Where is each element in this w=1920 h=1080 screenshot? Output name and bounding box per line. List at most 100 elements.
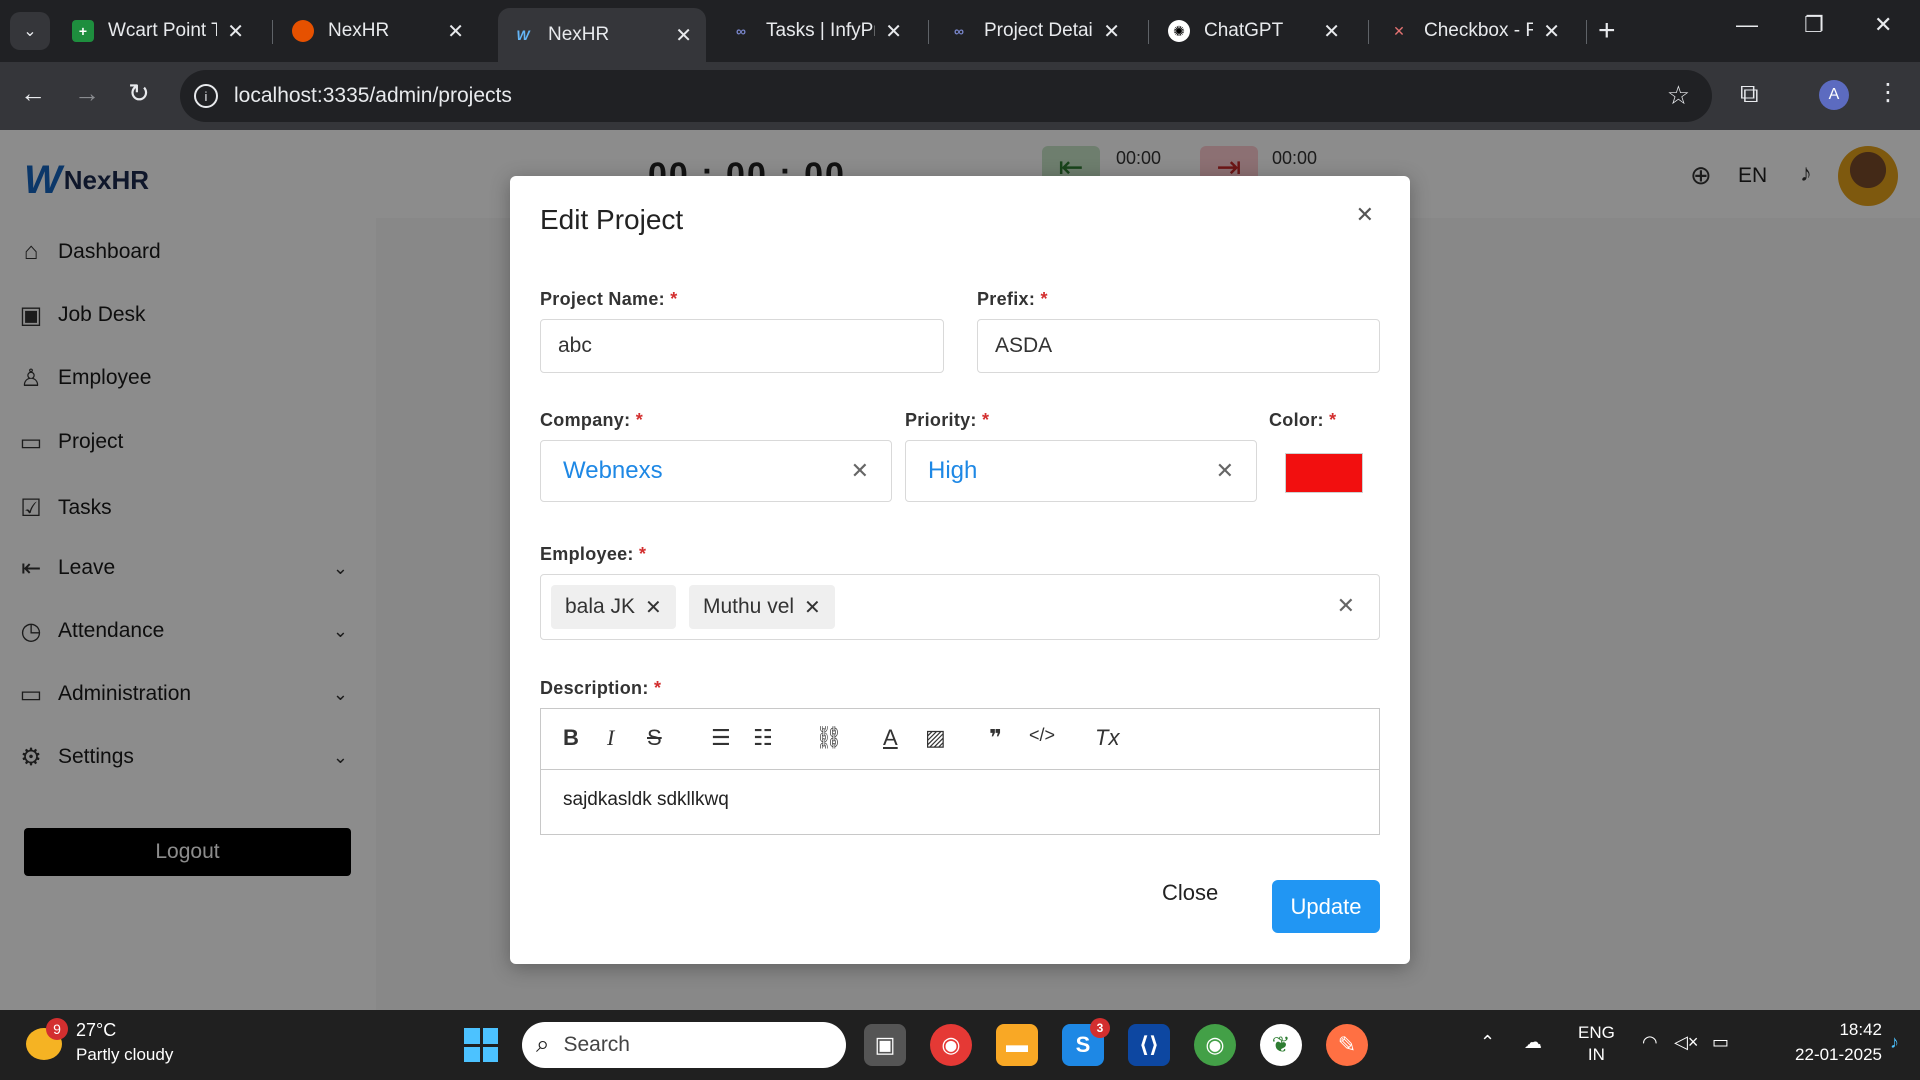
battery-icon[interactable]: ▭ [1712, 1032, 1729, 1053]
wifi-icon[interactable]: ◠ [1642, 1032, 1658, 1053]
weather-badge: 9 [46, 1018, 68, 1040]
skype-icon[interactable]: S3 [1062, 1018, 1110, 1066]
browser-tab[interactable]: ∞ Tasks | InfyPro ✕ [716, 8, 916, 54]
reload-icon[interactable]: ↻ [128, 78, 150, 109]
window-close-icon[interactable]: ✕ [1874, 12, 1892, 38]
extensions-icon[interactable]: ⧉ [1740, 78, 1759, 110]
show-hidden-icons[interactable]: ⌃ [1480, 1032, 1495, 1053]
label-text: Description: [540, 678, 649, 698]
taskbar-search[interactable]: ⌕ Search [522, 1022, 846, 1068]
company-value: Webnexs [563, 457, 663, 484]
close-icon[interactable]: ✕ [675, 23, 692, 48]
project-name-label: Project Name: * [540, 289, 678, 310]
remove-chip-icon[interactable]: ✕ [804, 595, 821, 620]
italic-icon[interactable]: I [607, 725, 614, 751]
vscode-icon[interactable]: ⟨⟩ [1128, 1024, 1170, 1066]
infinity-icon: ∞ [954, 23, 964, 39]
company-select[interactable]: Webnexs ✕ [540, 440, 892, 502]
chrome-icon[interactable]: ◉ [930, 1024, 972, 1066]
description-text[interactable]: sajdkasldk sdkllkwq [563, 789, 729, 811]
strikethrough-icon[interactable]: S [647, 725, 662, 751]
bookmark-star-icon[interactable]: ☆ [1667, 80, 1690, 111]
tab-title: Checkbox - Re [1424, 20, 1534, 41]
restore-icon[interactable]: ❐ [1804, 12, 1824, 38]
close-icon[interactable]: ✕ [1356, 202, 1374, 228]
close-icon[interactable]: ✕ [227, 19, 244, 44]
browser-tab-active[interactable]: W NexHR ✕ [498, 8, 706, 62]
clear-icon[interactable]: ✕ [1216, 458, 1234, 484]
close-icon[interactable]: ✕ [1323, 19, 1340, 44]
minimize-icon[interactable]: — [1736, 12, 1758, 38]
close-icon[interactable]: ✕ [1103, 19, 1120, 44]
clock-time[interactable]: 18:42 [1812, 1020, 1882, 1040]
task-view-icon[interactable]: ▣ [864, 1024, 906, 1066]
volume-mute-icon[interactable]: ◁× [1674, 1032, 1698, 1053]
tab-search-button[interactable]: ⌄ [10, 12, 50, 50]
description-editor: B I S ☰ ☷ ⛓ A ▨ ❞ </> Tx sajdkasldk sdkl… [540, 708, 1380, 835]
tab-title: Project Details [984, 20, 1093, 41]
blockquote-icon[interactable]: ❞ [989, 725, 1002, 751]
postman-icon[interactable]: ✎ [1326, 1024, 1368, 1066]
lang-bottom: IN [1587, 1045, 1605, 1064]
browser-tab[interactable]: ✺ ChatGPT ✕ [1154, 8, 1354, 54]
checkbox-favicon-icon: ✕ [1393, 22, 1405, 39]
onedrive-icon[interactable]: ☁ [1524, 1032, 1542, 1053]
priority-label: Priority: * [905, 410, 989, 431]
browser-menu-icon[interactable]: ⋮ [1876, 78, 1900, 107]
input-language[interactable]: ENG IN [1578, 1022, 1615, 1066]
employee-label: Employee: * [540, 544, 646, 565]
back-icon[interactable]: ← [20, 78, 46, 109]
tab-title: NexHR [548, 24, 610, 45]
skype-badge: 3 [1090, 1018, 1110, 1038]
bullet-list-icon[interactable]: ☷ [753, 725, 773, 751]
forward-icon[interactable]: → [74, 78, 100, 109]
browser-tab[interactable]: ✕ Checkbox - Re ✕ [1374, 8, 1574, 54]
clock-date[interactable]: 22-01-2025 [1762, 1045, 1882, 1065]
update-button[interactable]: Update [1272, 880, 1380, 933]
label-text: Priority: [905, 410, 977, 430]
weather-temp[interactable]: 27°C [76, 1020, 116, 1041]
priority-select[interactable]: High ✕ [905, 440, 1257, 502]
browser-tab[interactable]: ∞ Project Details ✕ [934, 8, 1134, 54]
browser-toolbar: ← → ↻ i localhost:3335/admin/projects ☆ [0, 62, 1920, 130]
site-info-icon[interactable]: i [194, 84, 218, 108]
browser-tab[interactable]: + Wcart Point Tr ✕ [58, 8, 258, 54]
background-color-icon[interactable]: ▨ [925, 725, 946, 751]
bold-icon[interactable]: B [563, 725, 579, 751]
file-explorer-icon[interactable]: ▬ [996, 1024, 1038, 1066]
mongodb-icon[interactable]: ❦ [1260, 1024, 1302, 1066]
remove-chip-icon[interactable]: ✕ [645, 595, 662, 620]
label-text: Employee: [540, 544, 634, 564]
ordered-list-icon[interactable]: ☰ [711, 725, 731, 751]
windows-taskbar: 9 27°C Partly cloudy ⌕ Search ▣ ◉ ▬ S3 ⟨… [0, 1010, 1920, 1080]
chrome-profile-icon[interactable]: ◉ [1194, 1024, 1236, 1066]
search-placeholder: Search [563, 1033, 630, 1056]
new-tab-icon[interactable]: + [1598, 14, 1616, 48]
required-mark: * [635, 410, 644, 430]
close-button[interactable]: Close [1162, 880, 1218, 906]
project-name-input[interactable] [540, 319, 944, 373]
employee-multiselect[interactable]: bala JK ✕ Muthu vel ✕ ✕ [540, 574, 1380, 640]
windows-start-icon[interactable] [464, 1028, 498, 1062]
code-icon[interactable]: </> [1029, 725, 1055, 746]
close-icon[interactable]: ✕ [1543, 19, 1560, 44]
required-mark: * [639, 544, 647, 564]
url-text[interactable]: localhost:3335/admin/projects [234, 84, 512, 108]
address-bar[interactable]: i localhost:3335/admin/projects ☆ [180, 70, 1712, 122]
font-color-icon[interactable]: A [883, 725, 898, 751]
clear-icon[interactable]: ✕ [1337, 593, 1355, 619]
link-icon[interactable]: ⛓ [815, 725, 843, 751]
tab-separator [1586, 20, 1587, 44]
close-icon[interactable]: ✕ [885, 19, 902, 44]
clear-format-icon[interactable]: Tx [1095, 725, 1119, 751]
clear-icon[interactable]: ✕ [851, 458, 869, 484]
weather-desc[interactable]: Partly cloudy [76, 1045, 173, 1065]
browser-tab[interactable]: NexHR ✕ [278, 8, 478, 54]
close-icon[interactable]: ✕ [447, 19, 464, 44]
color-label: Color: * [1269, 410, 1336, 431]
notification-bell-icon[interactable]: ♪ [1890, 1032, 1899, 1053]
prefix-input[interactable] [977, 319, 1380, 373]
chatgpt-icon: ✺ [1168, 20, 1190, 42]
color-picker[interactable] [1285, 453, 1363, 493]
profile-avatar[interactable]: A [1819, 80, 1849, 110]
